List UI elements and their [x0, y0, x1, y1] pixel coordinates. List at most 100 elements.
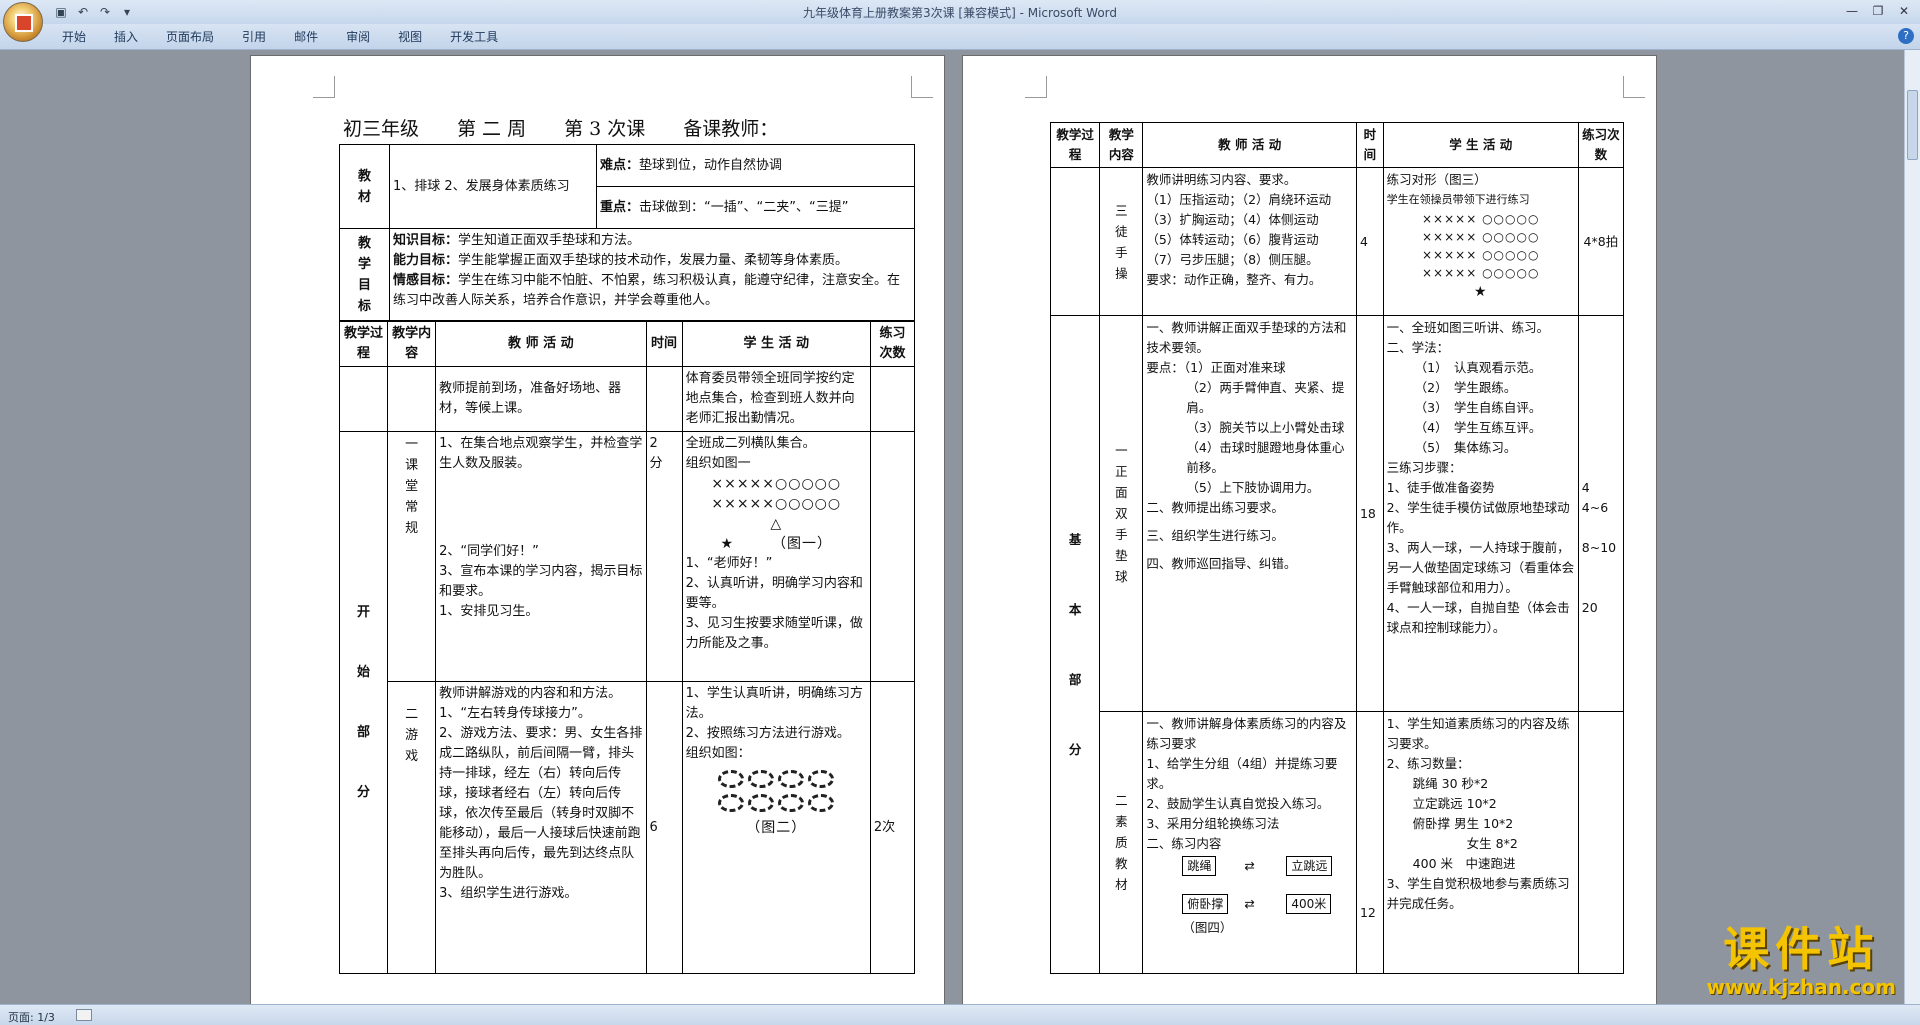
qinggan-text: 学生在练习中能不怕脏、不怕累，练习积极认真，能遵守纪律，注意安全。在练习中改善人…: [393, 273, 901, 308]
title-bar: ▣ ↶ ↷ ▾ 九年级体育上册教案第3次课 [兼容模式] - Microsoft…: [0, 0, 1920, 24]
row2-content: 二游戏: [405, 707, 419, 764]
proofing-icon[interactable]: [76, 1009, 92, 1021]
scrollbar-thumb[interactable]: [1907, 90, 1918, 160]
station-pushup: 俯卧撑: [1182, 894, 1229, 914]
maximize-icon[interactable]: ❐: [1866, 2, 1890, 20]
r3-teacher-3: 2、鼓励学生认真自觉投入练习。: [1146, 796, 1330, 811]
r1-teacher-1: 教师讲明练习内容、要求。: [1146, 172, 1297, 187]
r1-teacher-4: （5）体转运动；（6）腹背运动: [1146, 232, 1319, 247]
r3-teacher-2: 1、给学生分组（4组）并提练习要求。: [1146, 756, 1338, 791]
r2-teacher-2: 要点：（1）正面对准来球: [1146, 360, 1286, 375]
crop-mark: [911, 76, 933, 98]
tab-page-layout[interactable]: 页面布局: [152, 29, 228, 45]
row2-teacher-3: 2、游戏方法、要求：男、女生各排成二路纵队，前后间隔一臂，排头持一排球，经左（右…: [439, 726, 643, 881]
minimize-icon[interactable]: —: [1840, 2, 1864, 20]
tab-review[interactable]: 审阅: [332, 29, 384, 45]
r3-student-4: 立定跳远 10*2: [1412, 796, 1497, 811]
r2-teacher-7: 二、教师提出练习要求。: [1146, 500, 1284, 515]
arrow-icon: ⇄: [1244, 858, 1255, 873]
r2-student-2: 二、学法：: [1386, 340, 1450, 355]
r2-time: 18: [1355, 315, 1384, 712]
r3-teacher-4: 3、采用分组轮换练习法: [1146, 816, 1280, 831]
r2-student-4: （2） 学生跟练。: [1414, 380, 1517, 395]
nengli-label: 能力目标：: [393, 253, 459, 268]
lesson-process-table-2: 教学过程 教学内容 教 师 活 动 时间 学 生 活 动 练习次数 三徒手操 教…: [1049, 122, 1625, 974]
row0-teacher: 教师提前到场，准备好场地、器材，等候上课。: [435, 366, 647, 432]
row2-time: 6: [645, 681, 683, 974]
r1-teacher-3: （3）扩胸运动；（4）体侧运动: [1146, 212, 1319, 227]
header-count: 练习次数: [869, 321, 916, 367]
tab-mailings[interactable]: 邮件: [280, 29, 332, 45]
row1-student-5: 3、见习生按要求随堂听课，做力所能及之事。: [685, 616, 863, 651]
mubiao-label: 教学目标: [358, 235, 372, 314]
office-button[interactable]: [3, 2, 43, 42]
row1-teacher-2: 2、“同学们好！”: [439, 544, 539, 559]
tab-view[interactable]: 视图: [384, 29, 436, 45]
row2-teacher-1: 教师讲解游戏的内容和和方法。: [439, 686, 622, 701]
r1-teacher-5: （7）弓步压腿；（8）侧压腿。: [1146, 252, 1319, 267]
header-count: 练习次数: [1577, 122, 1625, 168]
formation-row-2: ×××××○○○○○: [711, 496, 842, 512]
r3-content: 二素质教材: [1115, 793, 1128, 892]
r3-time: 12: [1355, 711, 1384, 974]
formation-row: ××××× ○○○○○: [1421, 230, 1540, 244]
r1-student-1: 练习对形（图三）: [1386, 172, 1487, 187]
tab-developer[interactable]: 开发工具: [436, 29, 512, 45]
r2-teacher-9: 四、教师巡回指导、纠错。: [1146, 556, 1297, 571]
formation-row: ××××× ○○○○○: [1421, 266, 1540, 280]
row1-teacher-3: 3、宣布本课的学习内容，揭示目标和要求。: [439, 564, 643, 599]
close-icon[interactable]: ✕: [1892, 2, 1916, 20]
station-400m: 400米: [1286, 894, 1332, 914]
r2-teacher-1: 一、教师讲解正面双手垫球的方法和技术要领。: [1146, 320, 1347, 355]
document-area[interactable]: 初三年级 第 二 周 第 3 次课 备课教师： 教材 1、排球 2、发展身体素质…: [0, 50, 1904, 1004]
section-jiben: 基本部分: [1068, 531, 1082, 757]
nandian-text: 垫球到位，动作自然协调: [639, 157, 783, 173]
header-process: 教学过程: [1049, 122, 1101, 168]
crop-mark: [1025, 76, 1047, 98]
r2-student-8: 三练习步骤：: [1386, 460, 1462, 475]
window-title: 九年级体育上册教案第3次课 [兼容模式] - Microsoft Word: [802, 6, 1118, 20]
r2-student-6: （4） 学生互练互评。: [1414, 420, 1542, 435]
r2-student-9: 1、徒手做准备姿势: [1386, 480, 1495, 495]
ball-icon: [748, 794, 775, 812]
formation-row: ××××× ○○○○○: [1421, 212, 1540, 226]
qinggan-label: 情感目标：: [393, 273, 459, 288]
page-heading: 初三年级 第 二 周 第 3 次课 备课教师：: [343, 118, 779, 140]
ball-icon: [718, 770, 745, 788]
lesson-process-table: 教学过程 教学内容 教 师 活 动 时间 学 生 活 动 练习次数 教师提前到场…: [338, 321, 916, 974]
ball-icon: [808, 794, 835, 812]
tab-references[interactable]: 引用: [228, 29, 280, 45]
row1-student-2: 组织如图一: [685, 456, 751, 471]
help-icon[interactable]: ?: [1898, 28, 1914, 44]
r3-student-5: 俯卧撑 男生 10*2: [1412, 816, 1514, 831]
row2-count: 2次: [869, 681, 916, 974]
nengli-text: 学生能掌握正面双手垫球的技术动作，发展力量、柔韧等身体素质。: [458, 253, 849, 268]
page-count[interactable]: 页面: 1/3: [8, 1009, 55, 1025]
nandian-label: 难点：: [600, 157, 640, 173]
header-teacher: 教 师 活 动: [1142, 122, 1357, 168]
r1-student-2: 学生在领操员带领下进行练习: [1386, 193, 1530, 206]
row1-student-1: 全班成二列横队集合。: [685, 436, 816, 451]
r1-teacher-2: （1）压指运动；（2）肩绕环运动: [1146, 192, 1332, 207]
header-student: 学 生 活 动: [681, 321, 871, 367]
ball-icon: [748, 770, 775, 788]
r2-count-4: 20: [1581, 600, 1598, 615]
r2-student-7: （5） 集体练习。: [1414, 440, 1517, 455]
row1-teacher-1: 1、在集合地点观察学生，并检查学生人数及服装。: [439, 436, 643, 471]
header-content: 教学内容: [1099, 122, 1144, 168]
zhongdian-label: 重点：: [600, 199, 640, 215]
ribbon-tabs: 开始 插入 页面布局 引用 邮件 审阅 视图 开发工具 ?: [0, 24, 1920, 50]
r2-teacher-8: 三、组织学生进行练习。: [1146, 528, 1284, 543]
tab-insert[interactable]: 插入: [100, 29, 152, 45]
page-2: 教学过程 教学内容 教 师 活 动 时间 学 生 活 动 练习次数 三徒手操 教…: [962, 55, 1657, 1004]
office-logo-icon: [15, 14, 33, 32]
arrow-icon: ⇄: [1244, 896, 1255, 911]
row0-student: 体育委员带领全班同学按约定地点集合，检查到班人数并向老师汇报出勤情况。: [681, 366, 871, 432]
vertical-scrollbar[interactable]: [1904, 50, 1920, 1004]
tab-home[interactable]: 开始: [48, 29, 100, 45]
zhongdian-text: 击球做到：“一插”、“二夹”、“三提”: [639, 199, 849, 215]
r3-student-3: 跳绳 30 秒*2: [1412, 776, 1489, 791]
r3-teacher-1: 一、教师讲解身体素质练习的内容及练习要求: [1146, 716, 1347, 751]
r1-content: 三徒手操: [1115, 202, 1128, 281]
row1-teacher-4: 1、安排见习生。: [439, 604, 539, 619]
